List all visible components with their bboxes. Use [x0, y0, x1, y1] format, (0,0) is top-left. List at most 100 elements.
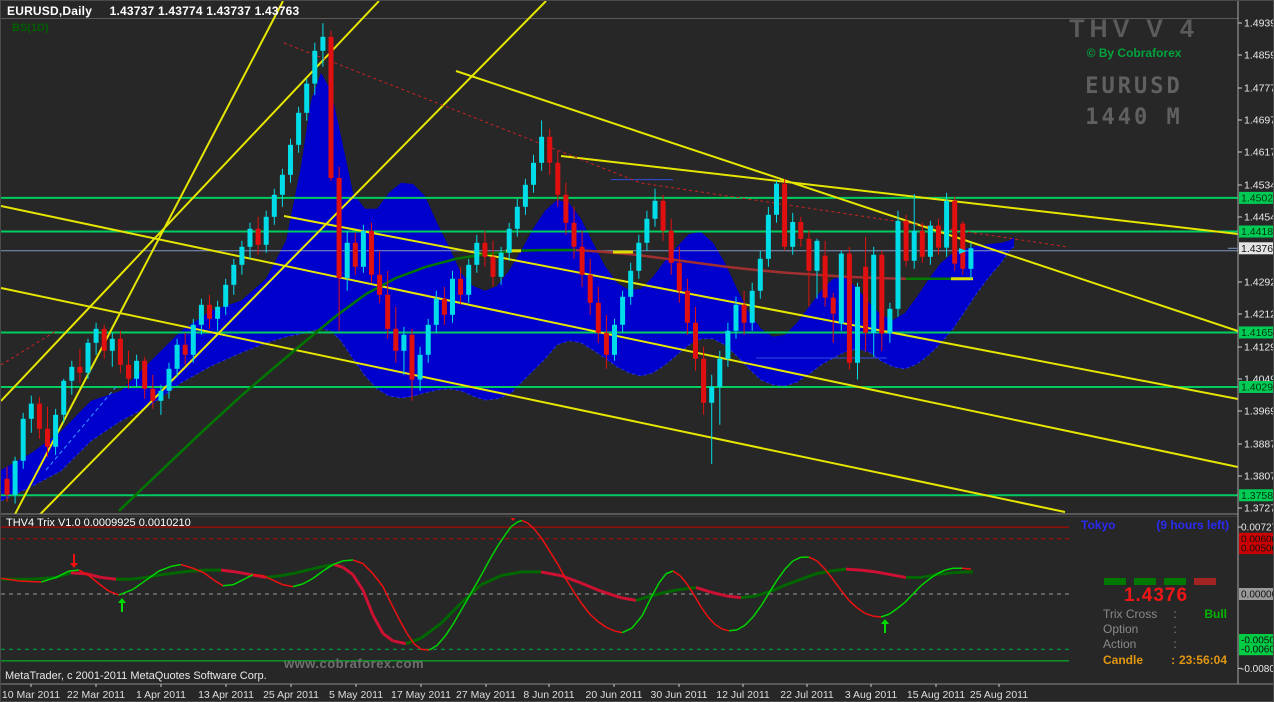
- candle: [693, 323, 698, 359]
- trix-label-text: 0.00000: [1241, 590, 1274, 601]
- trix-label-text: 0.00500: [1241, 544, 1274, 555]
- trix-tick-label: 0.007275: [1241, 523, 1274, 534]
- trix-slow-seg: [831, 569, 846, 571]
- level-label-text: 1.40296: [1241, 381, 1274, 393]
- trix-fast-seg: [421, 649, 429, 650]
- candle: [13, 461, 18, 495]
- candle: [239, 247, 244, 265]
- candle: [499, 253, 504, 277]
- signal-square-3: [1164, 578, 1186, 585]
- indicator-tag: BS(1D): [12, 22, 49, 34]
- candle: [742, 305, 747, 323]
- candle: [523, 185, 528, 207]
- price-tick-label: 1.38870: [1244, 439, 1274, 451]
- watermark-title: THV V 4: [1039, 15, 1229, 44]
- cobraforex-watermark: www.cobraforex.com: [284, 656, 424, 671]
- candle: [766, 215, 771, 259]
- candle: [806, 239, 811, 271]
- time-tick-label: 3 Aug 2011: [845, 689, 898, 701]
- candle: [223, 285, 228, 307]
- candle: [482, 243, 487, 257]
- current-price-display: 1.4376: [1101, 585, 1211, 607]
- price-tick-label: 1.46170: [1244, 147, 1274, 159]
- colon: :: [1169, 622, 1181, 636]
- candle: [563, 195, 568, 223]
- candle: [320, 37, 325, 51]
- time-tick-label: 15 Aug 2011: [907, 689, 965, 701]
- trix-fast-seg: [69, 570, 79, 571]
- candle: [458, 279, 463, 295]
- candle: [531, 163, 536, 185]
- candle: [750, 291, 755, 323]
- level-label-text: 1.37588: [1241, 490, 1274, 502]
- time-tick-label: 1 Apr 2011: [136, 689, 186, 701]
- candle: [653, 201, 658, 219]
- trix-slow-seg: [681, 588, 696, 590]
- price-tick-label: 1.47770: [1244, 83, 1274, 95]
- subwindow-title: THV4 Trix V1.0 0.0009925 0.0010210: [6, 517, 191, 529]
- candle: [839, 254, 844, 324]
- price-tick-label: 1.41295: [1244, 342, 1274, 354]
- candle: [831, 298, 836, 314]
- candle: [539, 137, 544, 163]
- trix-fast-seg: [729, 630, 737, 631]
- candle: [709, 387, 714, 403]
- candle: [628, 271, 633, 297]
- candle: [798, 222, 803, 239]
- candle: [685, 291, 690, 323]
- candle: [491, 257, 496, 277]
- option-value: [1181, 622, 1227, 636]
- candle: [871, 255, 876, 333]
- trix-slow-seg: [221, 570, 236, 572]
- candle: [377, 275, 382, 295]
- candle: [580, 247, 585, 275]
- candle: [264, 217, 269, 245]
- time-tick-label: 17 May 2011: [391, 689, 451, 701]
- candle: [887, 309, 892, 334]
- trix-slow-seg: [951, 572, 966, 573]
- candle: [612, 325, 617, 355]
- level-label-text: 1.45023: [1241, 192, 1274, 204]
- trix-tick-label: -0.00808: [1241, 664, 1274, 675]
- candle: [734, 305, 739, 331]
- candle: [426, 325, 431, 355]
- ohlc-quote: 1.43737 1.43774 1.43737 1.43763: [110, 4, 300, 18]
- trix-fast-seg: [962, 568, 971, 569]
- candle: [442, 299, 447, 315]
- signal-square-1: [1104, 578, 1126, 585]
- signal-square-2: [1134, 578, 1156, 585]
- time-tick-label: 5 May 2011: [329, 689, 383, 701]
- price-tick-label: 1.42120: [1244, 309, 1274, 321]
- session-row: Tokyo (9 hours left): [1081, 518, 1229, 532]
- candle: [256, 229, 261, 245]
- candle: [142, 361, 147, 389]
- candle-label: Candle: [1103, 653, 1167, 667]
- candle: [920, 231, 925, 257]
- trix-fast-seg: [223, 585, 233, 586]
- candle: [896, 221, 901, 309]
- trix-slow-seg: [101, 577, 116, 579]
- candle: [296, 113, 301, 145]
- trix-fast-seg: [253, 575, 263, 576]
- trix-cross-row: Trix Cross : Bull: [1103, 607, 1227, 621]
- candle: [134, 361, 139, 379]
- trix-label-text: -0.00600: [1241, 645, 1274, 656]
- candle: [69, 367, 74, 381]
- candle: [644, 219, 649, 243]
- session-name: Tokyo: [1081, 518, 1115, 532]
- candle: [952, 201, 957, 264]
- candle: [337, 178, 342, 278]
- candle: [175, 345, 180, 369]
- candle: [288, 145, 293, 175]
- candle: [677, 263, 682, 291]
- time-tick-label: 22 Jul 2011: [780, 689, 834, 701]
- candle: [150, 389, 155, 401]
- trix-cross-label: Trix Cross: [1103, 607, 1169, 621]
- candle: [904, 221, 909, 261]
- option-row: Option :: [1103, 622, 1227, 636]
- candle: [280, 175, 285, 195]
- candle: [968, 248, 973, 269]
- candle: [215, 307, 220, 319]
- candle: [928, 226, 933, 257]
- chart-title: EURUSD,Daily 1.43737 1.43774 1.43737 1.4…: [7, 4, 299, 18]
